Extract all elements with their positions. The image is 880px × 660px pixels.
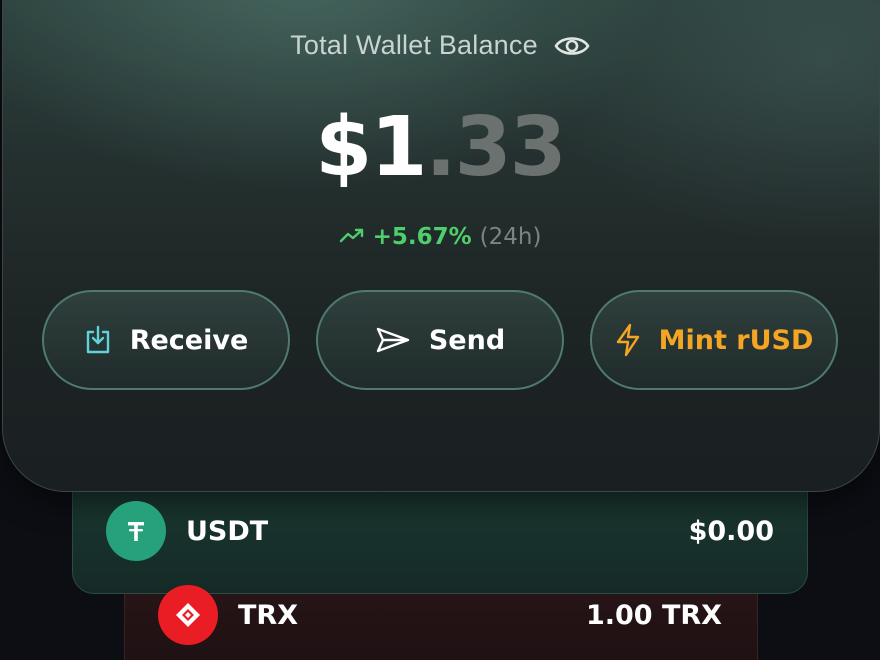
balance-title-row: Total Wallet Balance	[0, 30, 880, 61]
send-icon	[375, 326, 411, 354]
balance-change-row: +5.67% (24h)	[0, 224, 880, 250]
total-balance: $1.33	[0, 100, 880, 195]
balance-integer: $1	[315, 100, 427, 195]
send-label: Send	[428, 324, 506, 356]
change-percent: +5.67%	[372, 224, 472, 250]
lightning-icon	[615, 323, 641, 357]
asset-row-usdt[interactable]: USDT $0.00	[106, 500, 774, 562]
asset-name: TRX	[238, 599, 299, 631]
balance-title: Total Wallet Balance	[290, 30, 538, 60]
mint-label: Mint rUSD	[658, 324, 814, 356]
asset-value: $0.00	[688, 515, 774, 547]
tron-icon	[158, 585, 218, 645]
receive-button[interactable]: Receive	[42, 290, 290, 390]
eye-icon[interactable]	[554, 33, 590, 59]
mint-rusd-button[interactable]: Mint rUSD	[590, 290, 838, 390]
action-buttons: Receive Send Mint rUSD	[42, 290, 838, 390]
balance-decimal: .33	[425, 100, 566, 195]
change-period: (24h)	[479, 224, 542, 250]
send-button[interactable]: Send	[316, 290, 564, 390]
tether-icon	[106, 501, 166, 561]
trend-up-icon	[339, 224, 365, 250]
asset-value: 1.00 TRX	[585, 599, 722, 631]
receive-label: Receive	[129, 324, 249, 356]
wallet-screen: Total Wallet Balance $1.33 +5.67% (24h)	[0, 0, 880, 660]
download-icon	[84, 325, 112, 355]
asset-name: USDT	[186, 515, 269, 547]
asset-row-trx[interactable]: TRX 1.00 TRX	[158, 584, 722, 646]
